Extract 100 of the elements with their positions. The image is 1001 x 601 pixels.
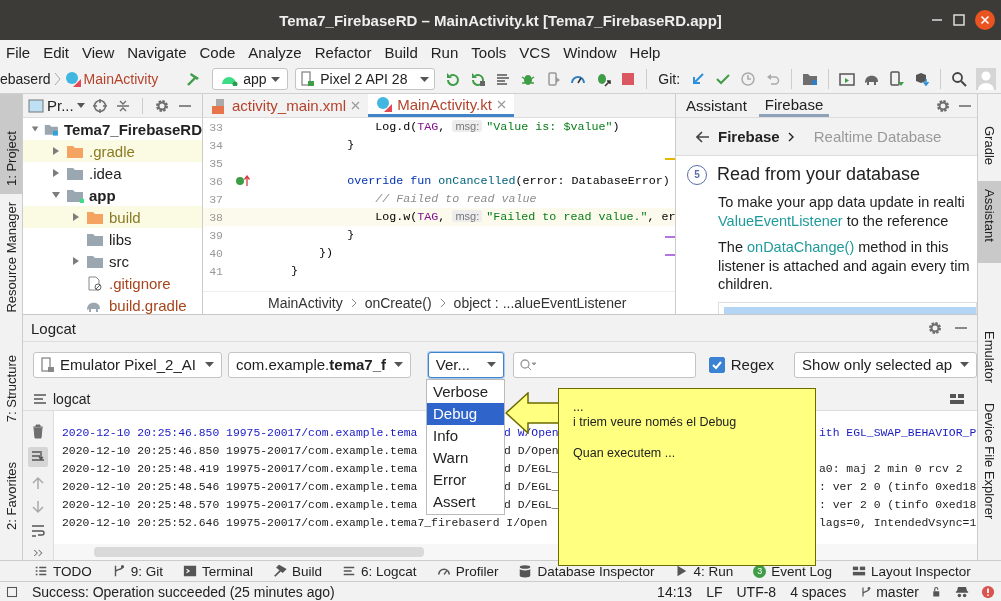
tree-item[interactable]: build (23, 206, 202, 228)
expand-arrow-icon[interactable] (51, 190, 61, 200)
device-download-icon[interactable] (889, 71, 906, 87)
menu-item[interactable]: Edit (43, 44, 70, 61)
tool-window-button[interactable]: Layout Inspector (852, 563, 971, 579)
sdk-download-icon[interactable] (914, 71, 931, 87)
scroll-to-end-button[interactable] (28, 447, 48, 467)
attach-debugger-icon[interactable] (595, 71, 612, 87)
menu-option[interactable]: Verbose (427, 381, 504, 403)
status-item[interactable]: 4 spaces (790, 583, 847, 600)
tree-item[interactable]: Tema7_FirebaseRD (23, 118, 202, 140)
menu-option[interactable]: Error (427, 469, 504, 491)
side-tab[interactable]: Gradle (978, 118, 1001, 174)
menu-item[interactable]: Refactor (314, 44, 372, 61)
tool-window-button[interactable]: Build (273, 563, 323, 579)
menu-item[interactable]: Analyze (248, 44, 302, 61)
locate-icon[interactable] (91, 97, 108, 114)
status-item[interactable]: 14:13 (657, 583, 693, 600)
expand-arrow-icon[interactable] (31, 124, 40, 134)
tool-window-button[interactable]: Database Inspector (518, 563, 655, 579)
run-config-dropdown[interactable]: app (212, 68, 289, 90)
checkbox[interactable] (708, 356, 725, 373)
settings-icon[interactable] (927, 320, 943, 336)
override-marker-icon[interactable] (235, 175, 251, 187)
more-icon[interactable] (32, 547, 44, 559)
scrollbar-thumb[interactable] (94, 547, 424, 557)
maximize-icon[interactable] (953, 14, 965, 26)
menu-item[interactable]: VCS (519, 44, 551, 61)
tool-window-button[interactable]: 4: Run (674, 563, 734, 579)
menu-option[interactable]: Assert (427, 491, 504, 513)
breadcrumb-item[interactable]: onCreate() (364, 295, 432, 311)
menu-item[interactable]: Tools (471, 44, 507, 61)
wrap-icon[interactable] (30, 523, 46, 539)
breadcrumb-item[interactable]: MainActivity (268, 295, 343, 311)
device-dropdown[interactable]: Emulator Pixel_2_AI (33, 351, 222, 378)
stop-icon[interactable] (620, 71, 637, 87)
side-tab[interactable]: Device File Explorer (978, 395, 1001, 528)
settings-icon[interactable] (153, 97, 170, 114)
tree-item[interactable]: build.gradle (23, 294, 202, 314)
side-tab[interactable]: Assistant (978, 181, 1001, 264)
code-link[interactable]: onDataChange() (747, 239, 855, 255)
screen-play-icon[interactable] (839, 71, 856, 87)
device-dropdown[interactable]: Pixel 2 API 28 (295, 68, 436, 90)
trash-icon[interactable] (30, 423, 46, 439)
side-tab[interactable]: Resource Manager (0, 194, 22, 321)
tree-item[interactable]: .gitignore (23, 272, 202, 294)
logcat-tab[interactable]: logcat (33, 390, 91, 407)
list-icon[interactable] (495, 71, 512, 87)
history-icon[interactable] (740, 71, 757, 87)
menu-item[interactable]: Code (199, 44, 236, 61)
search-field[interactable] (512, 351, 696, 378)
apply-changes-icon[interactable] (445, 71, 462, 87)
tree-item[interactable]: libs (23, 228, 202, 250)
file-breadcrumb[interactable]: MainActivity (64, 71, 159, 87)
error-icon[interactable] (981, 584, 995, 599)
tool-window-button[interactable]: Terminal (183, 563, 254, 579)
settings-icon[interactable] (935, 97, 951, 114)
log-level-dropdown[interactable]: Ver... (427, 351, 504, 378)
tree-item[interactable]: .gradle (23, 140, 202, 162)
up-arrow-icon[interactable] (30, 475, 46, 491)
checkbox-label[interactable]: Regex (730, 356, 775, 373)
status-item[interactable]: LF (706, 583, 723, 600)
menu-item[interactable]: Run (430, 44, 459, 61)
expand-arrow-icon[interactable] (51, 146, 61, 156)
status-item[interactable]: UTF-8 (736, 583, 777, 600)
filter-dropdown[interactable]: Show only selected ap (794, 351, 977, 378)
side-tab[interactable]: 1: Project (0, 94, 22, 194)
tree-item[interactable]: app (23, 184, 202, 206)
menu-item[interactable]: View (82, 44, 115, 61)
breadcrumb-item[interactable]: object : ...alueEventListener (453, 295, 627, 311)
expand-arrow-icon[interactable] (51, 168, 61, 178)
tool-window-button[interactable]: 6: Logcat (342, 563, 417, 579)
menu-item[interactable]: Window (563, 44, 617, 61)
editor-tab[interactable]: MainActivity.kt (368, 94, 514, 117)
hammer-icon[interactable] (185, 71, 202, 87)
update-arrow-icon[interactable] (690, 71, 707, 87)
menu-item[interactable]: File (6, 44, 31, 61)
branch-widget[interactable]: master (860, 583, 919, 600)
editor-tab[interactable]: activity_main.xml (203, 94, 369, 117)
tool-window-button[interactable]: Profiler (436, 563, 499, 579)
tool-window-button[interactable]: 9: Git (111, 563, 164, 579)
panel-tab[interactable]: Assistant (680, 94, 753, 117)
folder-icon[interactable] (802, 71, 819, 87)
menu-item[interactable]: Help (629, 44, 661, 61)
inspector-icon[interactable] (955, 584, 969, 599)
process-dropdown[interactable]: com.example.tema7_f (227, 351, 411, 378)
menu-item[interactable]: Build (384, 44, 418, 61)
project-breadcrumb[interactable]: ebaserd (0, 71, 51, 87)
tree-item[interactable]: .idea (23, 162, 202, 184)
close-icon[interactable] (975, 10, 995, 30)
search-icon[interactable] (951, 71, 968, 87)
back-link[interactable]: Firebase (696, 128, 780, 145)
side-tab[interactable]: 2: Favorites (0, 453, 22, 538)
tree-item[interactable]: src (23, 250, 202, 272)
menu-option[interactable]: Warn (427, 447, 504, 469)
expand-arrow-icon[interactable] (71, 256, 81, 266)
window-icon[interactable] (6, 585, 18, 598)
menu-option[interactable]: Debug (427, 403, 504, 425)
side-tab[interactable]: 7: Structure (0, 346, 22, 430)
menu-option[interactable]: Info (427, 425, 504, 447)
